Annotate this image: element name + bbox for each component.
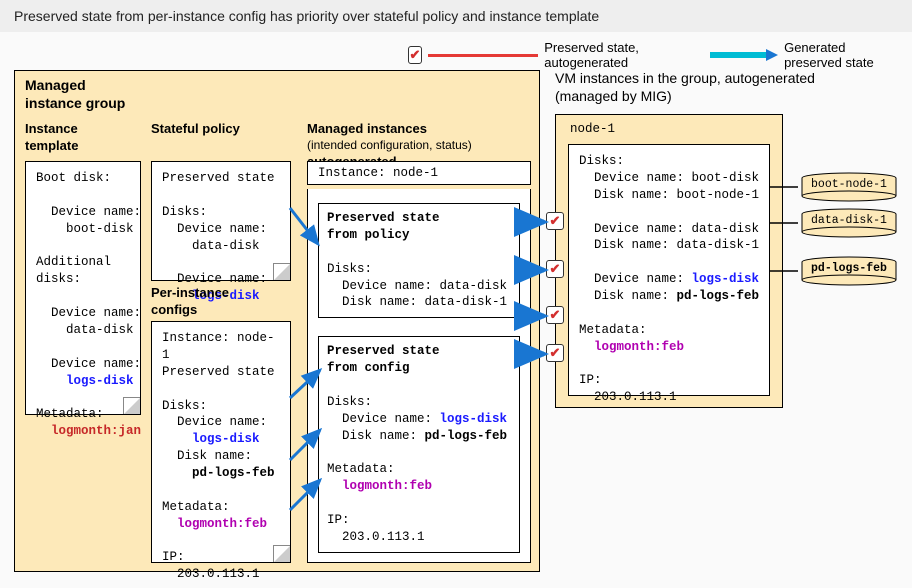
fc-t2: from config: [327, 360, 511, 377]
check-icon: ✔: [546, 260, 564, 278]
disk-label-1: boot-node-1: [800, 178, 898, 191]
mi-s1: (intended configuration, status): [307, 138, 527, 152]
mig-title-1: Managed: [25, 77, 86, 93]
mig-box: Managed instance group Instance template…: [14, 70, 540, 572]
fc7: 203.0.113.1: [327, 529, 511, 546]
sp3: Device name:: [162, 221, 280, 238]
stateful-policy-heading: Stateful policy: [151, 121, 291, 138]
v1: Disks:: [579, 153, 759, 170]
stateful-policy-panel: Preserved state Disks: Device name: data…: [151, 161, 291, 281]
mi-h: Managed instances: [307, 121, 527, 136]
disk-boot: boot-node-1: [800, 172, 898, 202]
v5: Device name: logs-disk: [579, 271, 759, 288]
vm-name: node-1: [570, 122, 615, 136]
fc-t1: Preserved state: [327, 343, 511, 360]
v4a: Device name: data-disk: [579, 221, 759, 238]
t-l4: Additional: [36, 254, 130, 271]
t-l1: Boot disk:: [36, 170, 130, 187]
pi7: pd-logs-feb: [162, 465, 280, 482]
v8: logmonth:feb: [579, 339, 759, 356]
disk-logs: pd-logs-feb: [800, 256, 898, 286]
legend-check-label: Preserved state, autogenerated: [544, 40, 678, 70]
pi5: logs-disk: [162, 431, 280, 448]
fc4: Metadata:: [327, 461, 511, 478]
pi6: Disk name:: [162, 448, 280, 465]
t-l5: disks:: [36, 271, 130, 288]
t-l3: boot-disk: [36, 221, 130, 238]
vm-panel: Disks: Device name: boot-disk Disk name:…: [568, 144, 770, 396]
fc1: Disks:: [327, 394, 511, 411]
t-l11: logmonth:jan: [36, 423, 130, 440]
t-l9: logs-disk: [36, 373, 130, 390]
t-l2: Device name:: [36, 204, 130, 221]
sp2: Disks:: [162, 204, 280, 221]
mig-title-2: instance group: [25, 95, 125, 111]
mi-instance-label: Instance: node-1: [307, 161, 531, 185]
fp1: Disks:: [327, 261, 511, 278]
t-l6: Device name:: [36, 305, 130, 322]
preserved-from-policy: Preserved state from policy Disks: Devic…: [318, 203, 520, 318]
check-icon: ✔: [546, 212, 564, 230]
fc2: Device name: logs-disk: [327, 411, 511, 428]
disk-label-3: pd-logs-feb: [800, 262, 898, 275]
cyan-arrow-icon: [708, 48, 778, 62]
disk-label-2: data-disk-1: [800, 214, 898, 227]
v9: IP:: [579, 372, 759, 389]
t-l8: Device name:: [36, 356, 130, 373]
pi8: Metadata:: [162, 499, 280, 516]
pi1: Instance: node-1: [162, 330, 280, 364]
fc6: IP:: [327, 512, 511, 529]
pi3: Disks:: [162, 398, 280, 415]
pi-h2: configs: [151, 302, 291, 317]
vm-section-title-2: (managed by MIG): [555, 88, 672, 104]
fp2: Device name: data-disk: [327, 278, 511, 295]
check-icon: ✔: [546, 306, 564, 324]
template-h2: template: [25, 138, 135, 153]
preserved-from-config: Preserved state from config Disks: Devic…: [318, 336, 520, 553]
pi4: Device name:: [162, 414, 280, 431]
pi10: IP:: [162, 549, 280, 566]
sp1: Preserved state: [162, 170, 280, 187]
caption: Preserved state from per-instance config…: [0, 0, 912, 32]
template-h1: Instance: [25, 121, 135, 136]
pi-h1: Per-instance: [151, 285, 291, 300]
fp-t1: Preserved state: [327, 210, 511, 227]
fc5: logmonth:feb: [327, 478, 511, 495]
v2: Device name: boot-disk: [579, 170, 759, 187]
v4b: Disk name: data-disk-1: [579, 237, 759, 254]
pi2: Preserved state: [162, 364, 280, 381]
t-l10: Metadata:: [36, 406, 130, 423]
per-instance-heading: Per-instance configs: [151, 285, 291, 319]
instance-template-panel: Boot disk: Device name: boot-disk Additi…: [25, 161, 141, 415]
vm-section-title-1: VM instances in the group, autogenerated: [555, 70, 815, 86]
disk-data: data-disk-1: [800, 208, 898, 238]
per-instance-panel: Instance: node-1 Preserved state Disks: …: [151, 321, 291, 563]
sp-h: Stateful policy: [151, 121, 291, 136]
red-line: [428, 54, 538, 57]
legend: ✔ Preserved state, autogenerated Generat…: [0, 32, 912, 74]
managed-instances-panel: Preserved state from policy Disks: Devic…: [307, 189, 531, 563]
template-heading: Instance template: [25, 121, 135, 155]
pi11: 203.0.113.1: [162, 566, 280, 583]
check-icon: ✔: [546, 344, 564, 362]
v6: Disk name: pd-logs-feb: [579, 288, 759, 305]
sp4: data-disk: [162, 238, 280, 255]
fc3: Disk name: pd-logs-feb: [327, 428, 511, 445]
check-icon: ✔: [408, 46, 422, 64]
fp3: Disk name: data-disk-1: [327, 294, 511, 311]
v7: Metadata:: [579, 322, 759, 339]
v3: Disk name: boot-node-1: [579, 187, 759, 204]
t-l7: data-disk: [36, 322, 130, 339]
fp-t2: from policy: [327, 227, 511, 244]
v10: 203.0.113.1: [579, 389, 759, 406]
pi9: logmonth:feb: [162, 516, 280, 533]
legend-arrow-label: Generated preserved state: [784, 40, 898, 70]
